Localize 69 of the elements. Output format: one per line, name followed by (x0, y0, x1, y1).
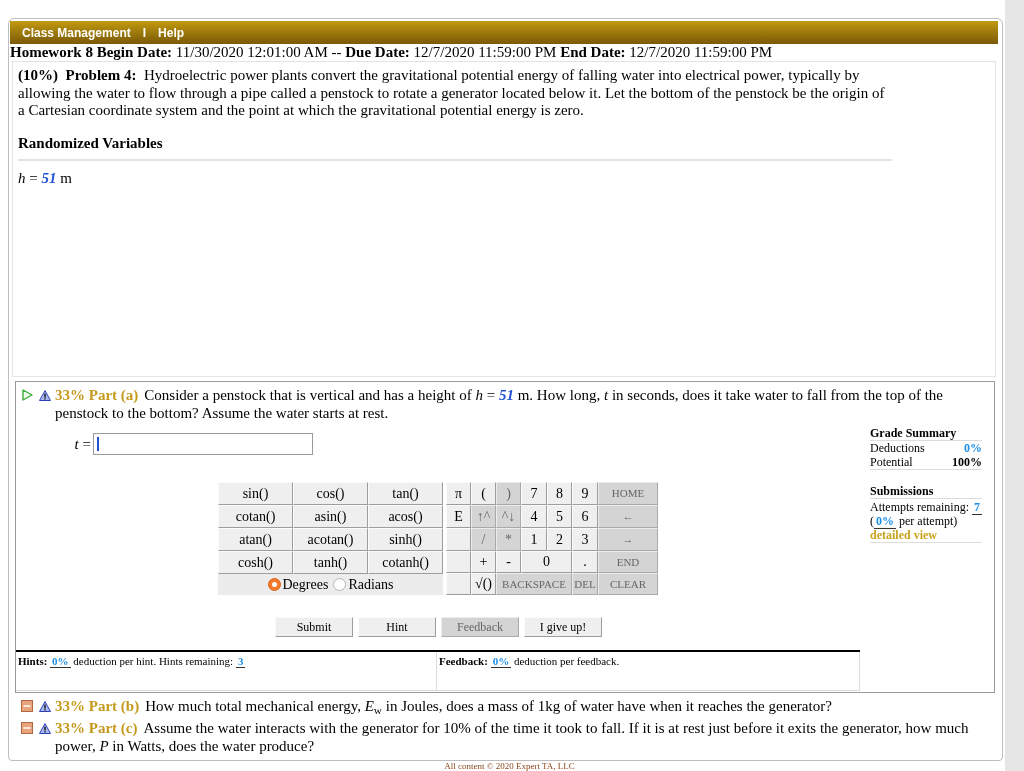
radio-label: Radians (348, 576, 394, 594)
function-key[interactable]: cotanh() (368, 551, 443, 574)
answer-label: t = (73, 434, 91, 454)
radio-label: Degrees (282, 576, 329, 594)
blank-key (446, 573, 471, 595)
radio-button[interactable] (267, 578, 281, 591)
function-key[interactable]: sinh() (368, 528, 443, 551)
keypad-key[interactable]: ( (471, 482, 496, 505)
part-question: 33% Part (b) How much total mechanical energy, E$_{w}$ in Joules, does a mass of 1kg of water have when it reaches the generator? (55, 697, 833, 715)
function-key[interactable]: tanh() (293, 551, 368, 574)
section-heading: Randomized Variables (18, 134, 163, 152)
hints-info: Hints: 0% deduction per hint. Hints remaining: 3 (18, 655, 246, 668)
function-key[interactable]: cosh() (218, 551, 293, 574)
keypad-key[interactable]: 8 (547, 482, 572, 505)
function-key[interactable]: cos() (293, 482, 368, 505)
penalty-info: ( 0% per attempt) (870, 514, 958, 528)
function-key[interactable]: acotan() (293, 528, 368, 551)
keypad-key[interactable]: 5 (547, 505, 572, 528)
assignment-dates: Homework 8 Begin Date: 11/30/2020 12:01:00 AM -- Due Date: 12/7/2020 11:59:00 PM End Date: 12/7/2020 11:59:00 PM (10, 44, 773, 61)
attempts-info: Attempts remaining: 7 (870, 500, 982, 514)
give-up-button[interactable]: I give up! (524, 617, 602, 637)
problem-statement: (10%) Problem 4: Hydroelectric power plants convert the gravitational potential energy of falling water into electrical power, typically by allowing the water to flow through a pipe called a penstock to rotate a generator located below it. Let the bottom of the penstock be the origin of a Cartesian coordinate system and the point at which the gravitational potential energy is zero. (18, 67, 886, 120)
keypad-key[interactable]: . (572, 551, 598, 573)
function-key[interactable]: atan() (218, 528, 293, 551)
summary-value: 100% (952, 455, 982, 469)
keypad-key[interactable]: + (471, 551, 496, 573)
keypad-key[interactable]: √() (471, 573, 496, 595)
summary-label: Potential (870, 455, 913, 469)
warning-icon (39, 389, 51, 401)
summary-value: 0% (964, 441, 982, 455)
minus-square-icon[interactable] (21, 722, 33, 734)
submissions-heading: Submissions (870, 484, 982, 499)
keypad-key[interactable]: 6 (572, 505, 598, 528)
keypad-key[interactable]: 1 (521, 528, 547, 551)
grade-summary-heading: Grade Summary (870, 426, 982, 441)
keypad-key[interactable]: 7 (521, 482, 547, 505)
hint-button[interactable]: Hint (358, 617, 436, 637)
nav-separator: I (142, 24, 147, 42)
blank-key (446, 528, 471, 551)
keypad-key[interactable]: 2 (547, 528, 572, 551)
constant-key[interactable]: π (446, 482, 471, 505)
submit-button[interactable]: Submit (275, 617, 353, 637)
text-cursor-icon (97, 437, 99, 451)
function-key[interactable]: sin() (218, 482, 293, 505)
blank-key (446, 551, 471, 573)
summary-label: Deductions (870, 441, 925, 455)
keypad-key[interactable]: - (496, 551, 521, 573)
warning-icon (39, 700, 51, 712)
function-key[interactable]: tan() (368, 482, 443, 505)
nav-link[interactable]: Help (158, 23, 185, 42)
variable-definition: h = 51 m (18, 170, 72, 188)
keypad-key[interactable]: 3 (572, 528, 598, 551)
feedback-info: Feedback: 0% deduction per feedback. (439, 655, 620, 668)
play-icon[interactable] (22, 389, 33, 401)
answer-field[interactable] (93, 433, 313, 455)
function-key[interactable]: cotan() (218, 505, 293, 528)
constant-key[interactable]: E (446, 505, 471, 528)
radio-button[interactable] (333, 578, 347, 591)
warning-icon (39, 722, 51, 734)
part-question: 33% Part (c) Assume the water interacts with the generator for 10% of the time it took to fall. If it is at rest just before it exits the generator, how much power, P in Watts, does the water produce? (55, 719, 970, 755)
copyright-text: All content © 2020 Expert TA, LLC (443, 761, 575, 771)
keypad-key[interactable]: 4 (521, 505, 547, 528)
function-key[interactable]: asin() (293, 505, 368, 528)
function-key[interactable]: acos() (368, 505, 443, 528)
part-question: 33% Part (a) Consider a penstock that is vertical and has a height of h = 51 m. How long, t in seconds, does it take water to fall from the top of the penstock to the bottom? Assume the water starts at rest. (55, 386, 945, 422)
keypad-key[interactable]: 0 (521, 551, 572, 573)
nav-link[interactable]: Class Management (22, 23, 131, 42)
minus-square-icon[interactable] (21, 700, 33, 712)
keypad-key[interactable]: 9 (572, 482, 598, 505)
